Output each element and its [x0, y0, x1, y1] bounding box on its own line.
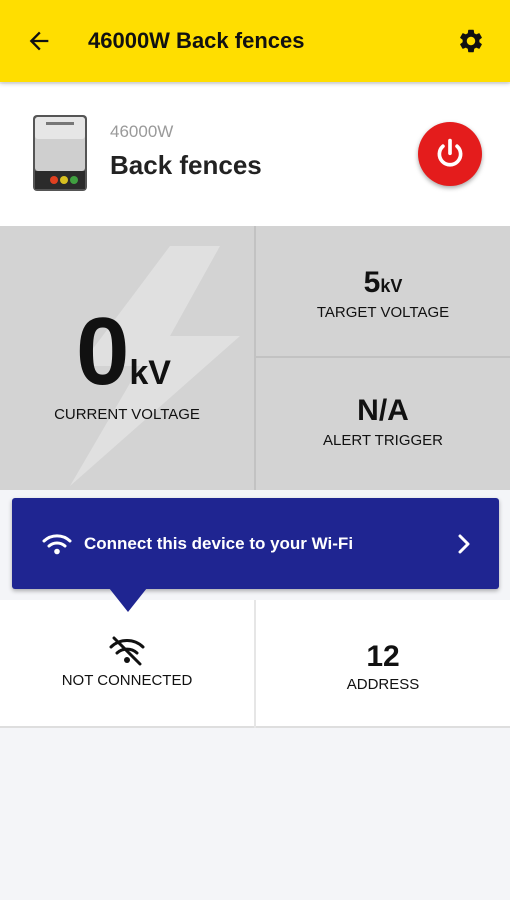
target-voltage-unit: kV	[380, 276, 403, 296]
power-button[interactable]	[418, 122, 482, 186]
device-card: 46000W Back fences	[0, 84, 510, 226]
energizer-device-image	[33, 115, 87, 191]
current-voltage: 0kV CURRENT VOLTAGE	[0, 226, 254, 490]
app-bar: 46000W Back fences	[0, 0, 510, 82]
connect-wifi-label: Connect this device to your Wi-Fi	[84, 533, 354, 553]
current-voltage-unit: kV	[129, 354, 171, 392]
voltage-panel: 0kV CURRENT VOLTAGE 5kV TARGET VOLTAGE N…	[0, 226, 510, 490]
target-voltage: 5kV TARGET VOLTAGE	[256, 266, 510, 321]
current-voltage-value: 0	[76, 298, 130, 405]
device-name: Back fences	[110, 150, 262, 180]
address-label: ADDRESS	[346, 676, 420, 693]
device-model: 46000W	[110, 122, 174, 141]
banner-pointer	[109, 588, 147, 612]
page-title: 46000W Back fences	[88, 28, 305, 53]
connect-wifi-button[interactable]: Connect this device to your Wi-Fi	[12, 498, 499, 589]
back-button[interactable]	[14, 16, 64, 66]
settings-button[interactable]	[446, 16, 496, 66]
current-voltage-label: CURRENT VOLTAGE	[54, 406, 200, 423]
divider	[256, 356, 510, 358]
alert-trigger-label: ALERT TRIGGER	[322, 432, 444, 449]
gear-icon	[460, 29, 482, 53]
alert-trigger-value: N/A	[357, 394, 409, 427]
wifi-icon	[42, 533, 72, 554]
address-value: 12	[366, 640, 400, 673]
chevron-right-icon	[458, 534, 470, 553]
info-row: NOT CONNECTED 12 ADDRESS	[0, 600, 510, 728]
connection-status-label: NOT CONNECTED	[61, 672, 193, 689]
address: 12 ADDRESS	[256, 600, 510, 728]
target-voltage-value: 5	[363, 266, 381, 299]
arrow-left-icon	[29, 31, 49, 51]
connection-status: NOT CONNECTED	[0, 600, 254, 728]
wifi-off-icon	[109, 636, 145, 666]
power-icon	[437, 138, 463, 167]
alert-trigger: N/A ALERT TRIGGER	[256, 394, 510, 449]
target-voltage-label: TARGET VOLTAGE	[316, 304, 450, 321]
